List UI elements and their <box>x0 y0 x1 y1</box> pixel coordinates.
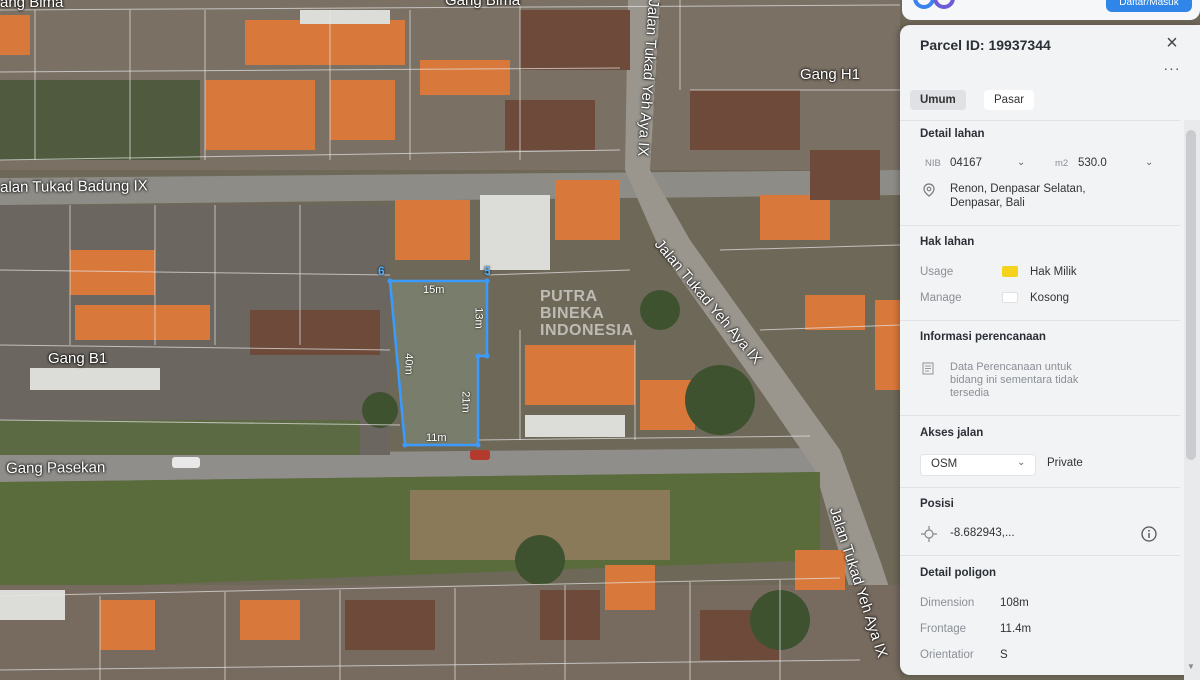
dimension-label-right-upper: 13m <box>472 307 485 329</box>
crosshair-icon <box>921 526 937 547</box>
section-heading: Hak lahan <box>920 236 975 248</box>
nib-label: NIB <box>925 158 941 169</box>
area-value[interactable]: 530.0 <box>1078 157 1107 169</box>
section-hak-lahan: Hak lahan Usage Hak Milik Manage Kosong <box>900 225 1180 321</box>
section-akses-jalan: Akses jalan OSM ⌄ Private <box>900 415 1180 488</box>
planning-info-line-1: Data Perencanaan untuk <box>950 361 1072 373</box>
street-label-gang-h1: Gang H1 <box>800 66 861 83</box>
street-label-gang-b1: Gang B1 <box>48 350 108 367</box>
scroll-down-arrow-icon[interactable]: ▼ <box>1186 662 1196 672</box>
location-pin-icon <box>922 183 936 202</box>
chevron-down-icon[interactable]: ⌄ <box>1145 157 1153 168</box>
address-line-2: Denpasar, Bali <box>950 197 1025 209</box>
usage-label: Usage <box>920 266 954 278</box>
parcel-title: Parcel ID: 19937344 <box>920 37 1051 53</box>
manage-color-swatch <box>1002 292 1018 303</box>
road-source-select[interactable]: OSM ⌄ <box>920 454 1036 476</box>
dimension-label-left: 40m <box>402 353 415 375</box>
usage-value: Hak Milik <box>1030 266 1077 278</box>
tab-umum[interactable]: Umum <box>910 90 966 110</box>
orientation-label: Orientatior <box>920 649 974 661</box>
close-icon[interactable]: × <box>1162 33 1182 53</box>
manage-value: Kosong <box>1030 292 1070 304</box>
position-coordinates[interactable]: -8.682943,... <box>950 527 1015 539</box>
street-label-gang-bima: Gang Bima <box>445 0 521 9</box>
section-heading: Informasi perencanaan <box>920 331 1046 343</box>
section-informasi-perencanaan: Informasi perencanaan Data Perencanaan u… <box>900 320 1180 416</box>
section-heading: Akses jalan <box>920 427 984 439</box>
watermark-line-2: BINEKA <box>540 305 605 322</box>
access-type-value: Private <box>1047 457 1083 469</box>
dimension-label: Dimension <box>920 597 975 609</box>
frontage-label: Frontage <box>920 623 967 635</box>
dimension-label-top: 15m <box>423 284 445 296</box>
section-posisi: Posisi -8.682943,... <box>900 487 1180 556</box>
watermark-line-3: INDONESIA <box>540 322 634 339</box>
section-detail-poligon: Detail poligon Dimension 108m Frontage 1… <box>900 555 1180 675</box>
dimension-value: 108m <box>1000 597 1029 609</box>
section-heading: Detail poligon <box>920 567 997 579</box>
road-source-value: OSM <box>931 458 958 470</box>
orientation-value: S <box>1000 649 1008 661</box>
frontage-value: 11.4m <box>1000 623 1032 635</box>
area-unit-label: m2 <box>1055 158 1069 169</box>
planning-info-line-3: tersedia <box>950 387 990 399</box>
panel-scrollbar-thumb[interactable] <box>1186 130 1196 460</box>
manage-label: Manage <box>920 292 962 304</box>
address-line-1: Renon, Denpasar Selatan, <box>950 183 1086 195</box>
chevron-down-icon[interactable]: ⌄ <box>1017 157 1025 168</box>
parcel-detail-panel: Parcel ID: 19937344 × ··· Umum Pasar Det… <box>900 25 1200 675</box>
vertex-label-5: 5 <box>484 264 491 278</box>
street-label-jalan-tukad-badung: alan Tukad Badung IX <box>0 177 148 196</box>
section-heading: Posisi <box>920 498 954 510</box>
street-label-gang-pasekan: Gang Pasekan <box>6 459 106 477</box>
info-icon[interactable] <box>1141 526 1157 547</box>
more-icon[interactable]: ··· <box>1162 61 1182 75</box>
dimension-label-right-lower: 21m <box>459 391 472 413</box>
vertex-label-6: 6 <box>378 264 385 278</box>
nib-value[interactable]: 04167 <box>950 157 982 169</box>
tab-pasar[interactable]: Pasar <box>984 90 1035 110</box>
chevron-down-icon: ⌄ <box>1017 457 1026 468</box>
login-button[interactable]: Daftar/Masuk <box>1106 0 1192 12</box>
planning-info-line-2: bidang ini sementara tidak <box>950 374 1079 386</box>
dimension-label-bottom: 11m <box>426 432 447 444</box>
section-detail-lahan: Detail lahan NIB 04167 ⌄ m2 530.0 ⌄ Reno… <box>900 120 1180 226</box>
watermark-logo: PUTRA BINEKA INDONESIA <box>540 288 633 339</box>
watermark-line-1: PUTRA <box>540 288 598 305</box>
document-icon <box>922 362 934 380</box>
section-heading: Detail lahan <box>920 128 985 140</box>
app-logo-icon[interactable] <box>910 0 968 14</box>
usage-color-swatch <box>1002 266 1018 277</box>
street-label-gang-bima-left: ang Bima <box>0 0 64 11</box>
